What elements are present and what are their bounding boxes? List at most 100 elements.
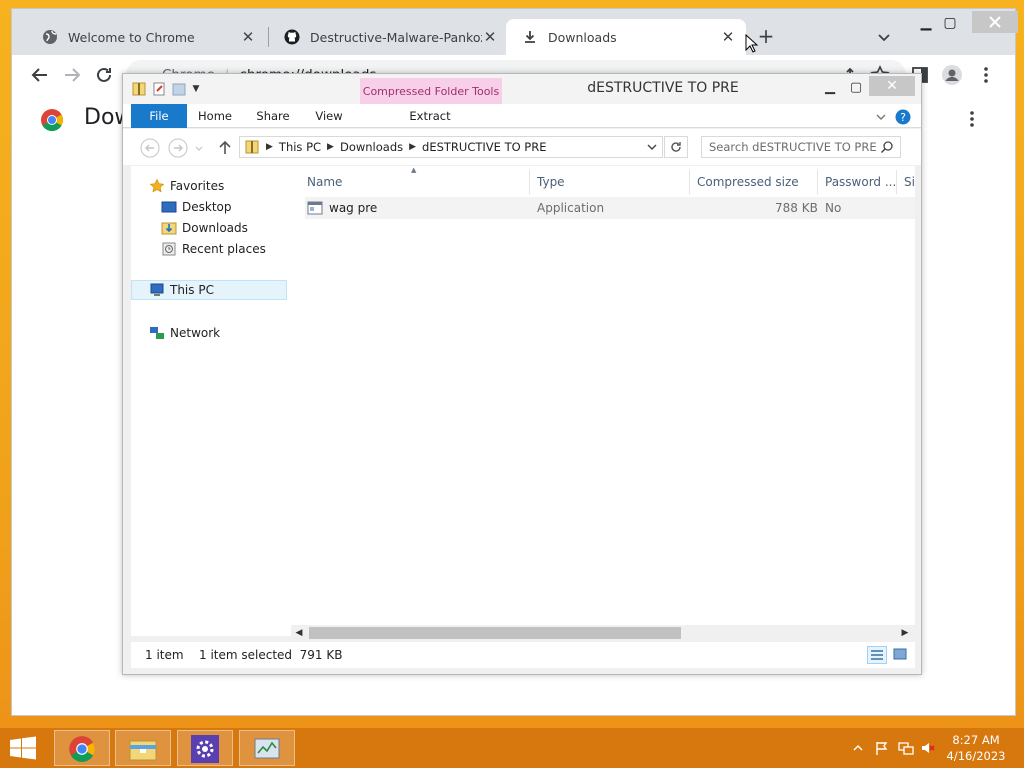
up-button[interactable] xyxy=(215,138,235,158)
tab-github[interactable]: Destructive-Malware-Pankoza-pl ✕ xyxy=(268,19,508,55)
column-size[interactable]: Si xyxy=(904,175,915,189)
profile-icon xyxy=(942,65,962,85)
profile-button[interactable] xyxy=(940,63,964,87)
taskbar-file-explorer[interactable] xyxy=(115,730,171,766)
help-button[interactable]: ? xyxy=(895,109,911,125)
close-window-button[interactable] xyxy=(972,11,1018,33)
breadcrumb-current-folder[interactable]: dESTRUCTIVE TO PRE xyxy=(422,137,546,157)
taskbar-settings[interactable] xyxy=(177,730,233,766)
compressed-folder-tools-tab[interactable]: Compressed Folder Tools xyxy=(360,78,502,104)
refresh-button[interactable] xyxy=(664,136,688,158)
taskbar-chrome[interactable] xyxy=(54,730,110,766)
chevron-up-icon xyxy=(853,744,863,751)
tab-view[interactable]: View xyxy=(307,104,351,128)
nav-item-label: This PC xyxy=(170,283,214,297)
maximize-button[interactable]: ▢ xyxy=(936,12,964,34)
task-manager-icon xyxy=(254,738,280,759)
tab-welcome[interactable]: Welcome to Chrome ✕ xyxy=(26,19,266,55)
scroll-left-icon[interactable]: ◀ xyxy=(293,627,305,639)
tab-extract[interactable]: Extract xyxy=(405,104,455,128)
clock-date: 4/16/2023 xyxy=(946,749,1006,763)
reload-button[interactable] xyxy=(92,63,116,87)
star-icon xyxy=(149,178,165,194)
close-icon[interactable]: ✕ xyxy=(720,28,736,46)
new-folder-icon[interactable] xyxy=(171,81,187,97)
horizontal-scrollbar[interactable]: ◀ ▶ xyxy=(291,625,915,642)
search-input[interactable]: Search dESTRUCTIVE TO PRE xyxy=(701,136,901,158)
nav-downloads[interactable]: Downloads xyxy=(161,218,248,238)
close-icon[interactable]: ✕ xyxy=(482,28,498,46)
globe-icon xyxy=(42,29,58,45)
column-compressed-size[interactable]: Compressed size xyxy=(697,175,799,189)
column-type[interactable]: Type xyxy=(537,175,565,189)
nav-recent-places[interactable]: Recent places xyxy=(161,239,266,259)
network-tray-icon[interactable] xyxy=(898,740,914,756)
file-password: No xyxy=(825,201,842,215)
tab-share[interactable]: Share xyxy=(251,104,295,128)
tab-home[interactable]: Home xyxy=(193,104,237,128)
close-icon xyxy=(989,16,1001,28)
window-title: dESTRUCTIVE TO PRE xyxy=(587,80,739,96)
minimize-button[interactable]: ▁ xyxy=(817,78,843,98)
mouse-cursor-icon xyxy=(745,34,759,54)
folder-zip-icon[interactable] xyxy=(131,81,147,97)
column-password[interactable]: Password ... xyxy=(825,175,896,189)
action-center-icon[interactable] xyxy=(874,740,890,756)
back-button[interactable] xyxy=(28,63,52,87)
arrow-right-icon xyxy=(168,138,188,158)
nav-this-pc[interactable]: This PC xyxy=(131,280,287,300)
address-dropdown-button[interactable] xyxy=(646,141,658,153)
forward-button[interactable] xyxy=(168,138,188,158)
tab-file[interactable]: File xyxy=(131,104,187,128)
back-button[interactable] xyxy=(140,138,160,158)
taskbar-task-manager[interactable] xyxy=(239,730,295,766)
close-icon[interactable]: ✕ xyxy=(240,28,256,46)
breadcrumb-downloads[interactable]: Downloads xyxy=(340,137,403,157)
tab-strip: Welcome to Chrome ✕ Destructive-Malware-… xyxy=(12,9,1018,55)
downloads-menu-button[interactable] xyxy=(962,109,982,129)
forward-button[interactable] xyxy=(60,63,84,87)
nav-favorites[interactable]: Favorites xyxy=(149,176,224,196)
column-name[interactable]: Name xyxy=(307,175,342,189)
close-window-button[interactable]: ✕ xyxy=(869,76,915,96)
large-icons-view-button[interactable] xyxy=(891,646,911,664)
nav-item-label: Desktop xyxy=(182,200,232,214)
address-bar[interactable]: ▶ This PC ▶ Downloads ▶ dESTRUCTIVE TO P… xyxy=(239,136,663,158)
customize-qat-button[interactable]: ▼ xyxy=(191,81,201,97)
download-icon xyxy=(522,29,538,45)
details-view-button[interactable] xyxy=(867,646,887,664)
nav-item-label: Network xyxy=(170,326,221,340)
search-icon xyxy=(880,140,894,154)
recent-places-icon xyxy=(161,241,177,257)
tab-title: Downloads xyxy=(548,29,617,45)
chrome-menu-button[interactable] xyxy=(974,63,998,87)
tab-search-button[interactable] xyxy=(874,27,894,47)
file-explorer-window: ▼ Compressed Folder Tools dESTRUCTIVE TO… xyxy=(122,73,922,675)
recent-locations-button[interactable] xyxy=(193,138,205,158)
chevron-right-icon: ▶ xyxy=(327,142,334,152)
file-type: Application xyxy=(537,201,605,215)
arrow-right-icon xyxy=(65,68,81,82)
volume-muted-icon[interactable] xyxy=(920,740,936,756)
explorer-titlebar: ▼ Compressed Folder Tools dESTRUCTIVE TO… xyxy=(123,74,921,104)
tab-downloads[interactable]: Downloads ✕ xyxy=(506,19,746,55)
nav-desktop[interactable]: Desktop xyxy=(161,197,232,217)
nav-network[interactable]: Network xyxy=(149,323,220,343)
breadcrumb-this-pc[interactable]: This PC xyxy=(279,137,321,157)
taskbar: 8:27 AM 4/16/2023 xyxy=(0,728,1024,768)
status-item-count: 1 item xyxy=(145,648,184,662)
status-bar: 1 item 1 item selected 791 KB xyxy=(131,642,915,668)
tab-title: Destructive-Malware-Pankoza-pl xyxy=(310,29,482,45)
scrollbar-thumb[interactable] xyxy=(309,627,681,639)
expand-ribbon-button[interactable] xyxy=(873,109,889,125)
start-button[interactable] xyxy=(8,736,38,760)
nav-item-label: Downloads xyxy=(182,221,248,235)
scroll-right-icon[interactable]: ▶ xyxy=(899,627,911,639)
nav-item-label: Favorites xyxy=(170,179,225,193)
taskbar-clock[interactable]: 8:27 AM 4/16/2023 xyxy=(938,732,1014,764)
file-row[interactable]: wag pre Application 788 KB No xyxy=(305,197,915,219)
maximize-button[interactable]: ▢ xyxy=(843,78,869,98)
properties-icon[interactable] xyxy=(151,81,167,97)
show-hidden-icons-button[interactable] xyxy=(850,740,866,756)
arrow-up-icon xyxy=(219,140,231,154)
